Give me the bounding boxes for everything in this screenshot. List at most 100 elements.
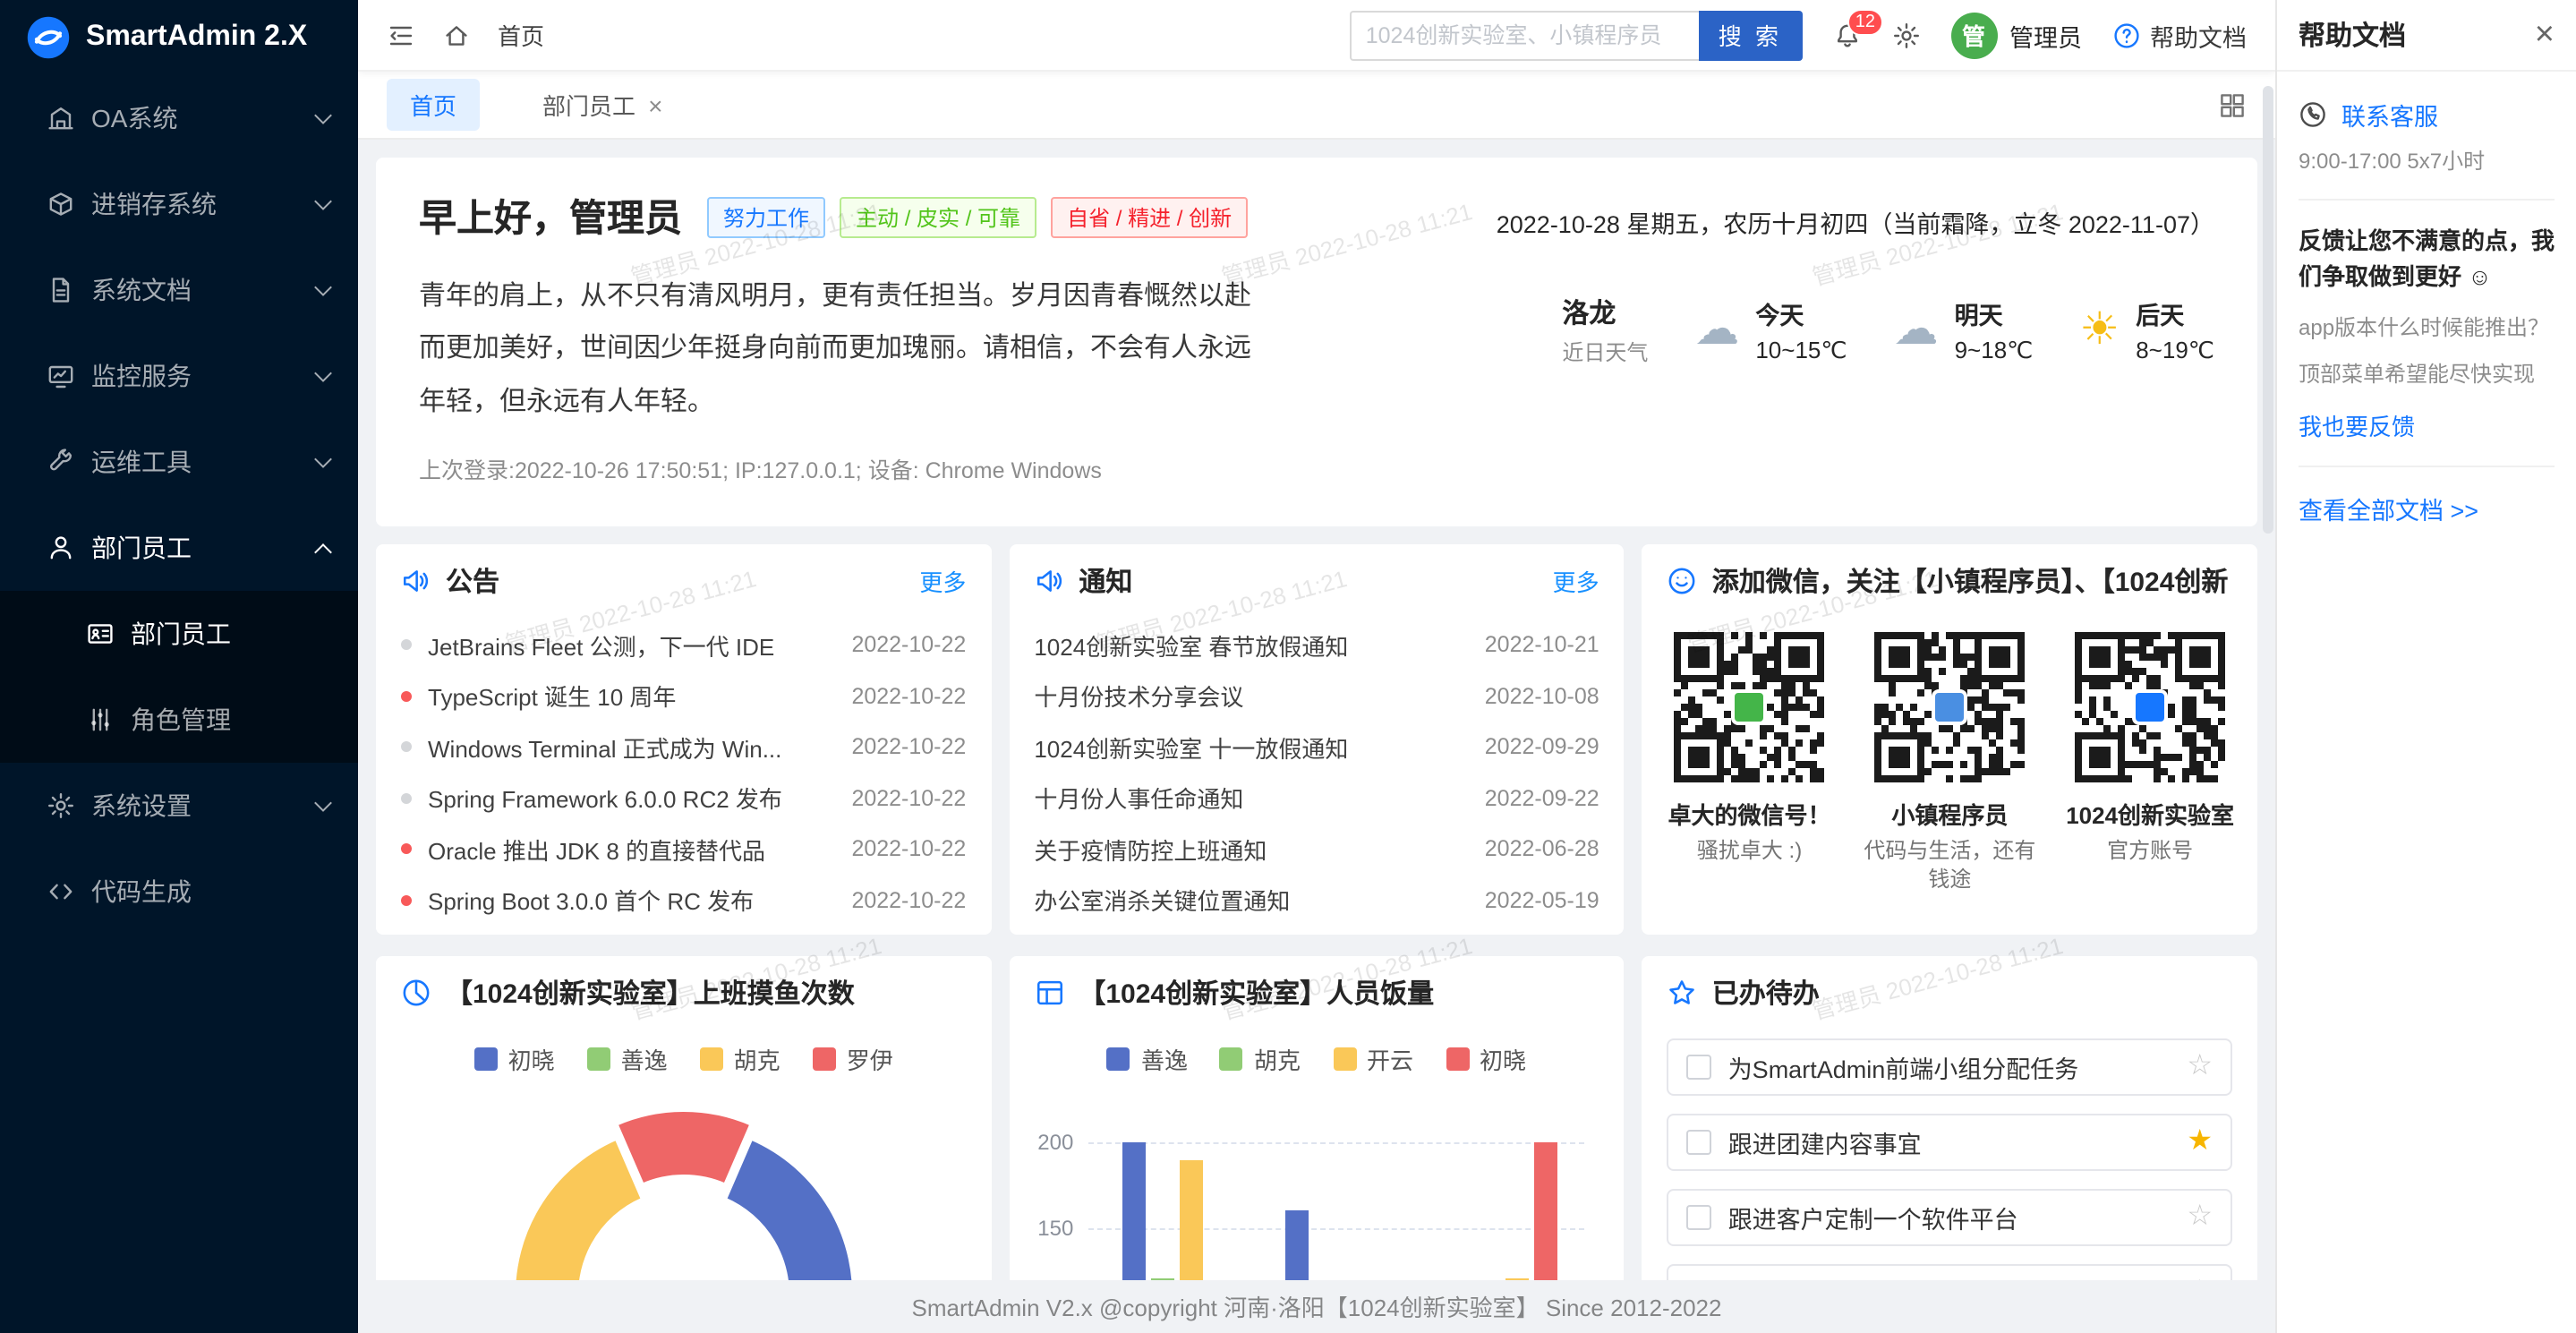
list-item[interactable]: 关于疫情防控上班通知2022-06-28 (1009, 824, 1624, 875)
announcement-more-link[interactable]: 更多 (919, 563, 966, 597)
close-icon[interactable]: × (2535, 18, 2555, 52)
bar-chart-card: 【1024创新实验室】人员饭量 善逸胡克开云初晓 200150 (1009, 956, 1624, 1279)
list-item-date: 2022-09-22 (1485, 786, 1599, 811)
feedback-link[interactable]: 我也要反馈 (2299, 409, 2555, 443)
smile-icon (1668, 565, 1698, 595)
bar-善逸-0 (1122, 1142, 1146, 1279)
list-item-text: Spring Boot 3.0.0 首个 RC 发布 (428, 884, 833, 918)
tab-home[interactable]: 首页 (387, 79, 480, 131)
chevron-up-icon (314, 543, 332, 560)
home-icon[interactable] (442, 21, 471, 49)
breadcrumb[interactable]: 首页 (498, 18, 544, 52)
todo-item-3[interactable]: ☆ (1668, 1264, 2232, 1279)
last-login-info: 上次登录:2022-10-26 17:50:51; IP:127.0.0.1; … (419, 451, 1239, 485)
contact-support-link[interactable]: 联系客服 (2341, 97, 2438, 132)
app-logo[interactable]: SmartAdmin 2.X (0, 0, 358, 75)
list-item[interactable]: Oracle 推出 JDK 8 的直接替代品2022-10-22 (376, 824, 991, 875)
qr-card-title: 添加微信，关注【小镇程序员】、【1024创新 (1712, 561, 2232, 599)
list-item-date: 2022-10-08 (1485, 684, 1599, 709)
list-item[interactable]: 1024创新实验室 十一放假通知2022-09-29 (1009, 722, 1624, 773)
content: 早上好，管理员 努力工作主动 / 皮实 / 可靠自省 / 精进 / 创新 青年的… (358, 140, 2275, 1279)
donut-slice-罗伊 (616, 1110, 751, 1185)
legend-item-开云[interactable]: 开云 (1333, 1042, 1413, 1076)
todo-item-1[interactable]: 跟进团建内容事宜★ (1668, 1114, 2232, 1171)
search-button[interactable]: 搜 索 (1699, 10, 1802, 60)
help-docs-button[interactable]: 帮助文档 (2112, 17, 2247, 53)
sidebar-item-role-management[interactable]: 角色管理 (0, 677, 358, 763)
sidebar-item-label: 部门员工 (131, 616, 329, 652)
legend-item-胡克[interactable]: 胡克 (1220, 1042, 1301, 1076)
legend-label: 善逸 (621, 1042, 668, 1076)
sidebar-item-ops-tools[interactable]: 运维工具 (0, 419, 358, 505)
settings-gear-icon[interactable] (1891, 21, 1920, 49)
weather-day: ☁明天9~18℃ (1894, 295, 2034, 365)
qr-code-image (1673, 630, 1827, 784)
user-menu[interactable]: 管 管理员 (1950, 12, 2082, 58)
star-outline-icon[interactable]: ☆ (2187, 1053, 2213, 1081)
greeting-card: 早上好，管理员 努力工作主动 / 皮实 / 可靠自省 / 精进 / 创新 青年的… (376, 158, 2257, 526)
todo-checkbox[interactable] (1687, 1055, 1712, 1080)
list-item[interactable]: 十月份技术分享会议2022-10-08 (1009, 671, 1624, 722)
sidebar-item-code-generator[interactable]: 代码生成 (0, 849, 358, 935)
tab-department-staff[interactable]: 部门员工× (519, 79, 686, 131)
todo-checkbox[interactable] (1687, 1130, 1712, 1155)
star-filled-icon[interactable]: ★ (2187, 1128, 2213, 1157)
list-item[interactable]: 办公室消杀关键位置通知2022-05-19 (1009, 875, 1624, 926)
chevron-down-icon (314, 363, 332, 381)
view-all-docs-link[interactable]: 查看全部文档 >> (2299, 491, 2555, 527)
username: 管理员 (2009, 17, 2082, 53)
notice-more-link[interactable]: 更多 (1553, 563, 1599, 597)
sidebar-item-system-settings[interactable]: 系统设置 (0, 763, 358, 849)
feedback-item[interactable]: app版本什么时候能推出？ (2299, 312, 2555, 343)
feedback-item[interactable]: 顶部菜单希望能尽快实现 (2299, 359, 2555, 389)
legend-label: 胡克 (1254, 1042, 1301, 1076)
list-item[interactable]: 十月份人事任命通知2022-09-22 (1009, 773, 1624, 824)
todo-text: 为SmartAdmin前端小组分配任务 (1728, 1049, 2079, 1085)
todo-item-2[interactable]: 跟进客户定制一个软件平台☆ (1668, 1189, 2232, 1246)
list-item-text: JetBrains Fleet 公测，下一代 IDE (428, 628, 833, 662)
bar-group-0 (1122, 1142, 1232, 1279)
qr-item: 小镇程序员代码与生活，还有钱途 (1856, 630, 2043, 894)
list-item[interactable]: TypeScript 诞生 10 周年2022-10-22 (376, 671, 991, 722)
list-item[interactable]: Spring Framework 6.0.0 RC2 发布2022-10-22 (376, 773, 991, 824)
tool-icon (47, 448, 75, 476)
chevron-down-icon (314, 449, 332, 467)
legend-item-初晓[interactable]: 初晓 (474, 1042, 555, 1076)
list-item[interactable]: Windows Terminal 正式成为 Win...2022-10-22 (376, 722, 991, 773)
bar-chart-title: 【1024创新实验室】人员饭量 (1079, 973, 1599, 1011)
legend-item-善逸[interactable]: 善逸 (1107, 1042, 1188, 1076)
weather-day-label: 后天 (2136, 295, 2214, 331)
tab-label: 首页 (410, 88, 456, 122)
notifications-bell[interactable]: 12 (1832, 21, 1861, 49)
legend-item-善逸[interactable]: 善逸 (587, 1042, 668, 1076)
notice-list: 1024创新实验室 春节放假通知2022-10-21十月份技术分享会议2022-… (1009, 616, 1624, 926)
contact-support[interactable]: 联系客服 (2299, 97, 2555, 132)
menu-fold-icon[interactable] (387, 21, 415, 49)
layout-grid-icon[interactable] (2218, 90, 2247, 119)
sidebar-item-inventory-system[interactable]: 进销存系统 (0, 161, 358, 247)
todo-checkbox[interactable] (1687, 1205, 1712, 1230)
scrollbar-thumb[interactable] (2263, 86, 2273, 534)
search-input[interactable] (1350, 10, 1699, 60)
user-icon (47, 534, 75, 562)
list-item[interactable]: Spring Boot 3.0.0 首个 RC 发布2022-10-22 (376, 875, 991, 926)
star-outline-icon[interactable]: ☆ (2187, 1278, 2213, 1279)
legend-item-胡克[interactable]: 胡克 (700, 1042, 780, 1076)
topbar-right: 搜 索 12 管 管理员 帮助文档 (1350, 10, 2247, 60)
sidebar-item-oa-system[interactable]: OA系统 (0, 75, 358, 161)
tab-close-icon[interactable]: × (648, 92, 662, 117)
list-item[interactable]: 1024创新实验室 春节放假通知2022-10-21 (1009, 620, 1624, 671)
todo-item-0[interactable]: 为SmartAdmin前端小组分配任务 ☆ (1668, 1038, 2232, 1096)
legend-item-初晓[interactable]: 初晓 (1446, 1042, 1526, 1076)
y-tick-label: 200 (1023, 1130, 1073, 1155)
sidebar-item-department-staff-page[interactable]: 部门员工 (0, 591, 358, 677)
weather-city: 洛龙 近日天气 (1562, 294, 1648, 367)
list-item[interactable]: JetBrains Fleet 公测，下一代 IDE2022-10-22 (376, 620, 991, 671)
legend-item-罗伊[interactable]: 罗伊 (813, 1042, 893, 1076)
star-outline-icon[interactable]: ☆ (2187, 1203, 2213, 1232)
sidebar-item-system-docs[interactable]: 系统文档 (0, 247, 358, 333)
sidebar-item-department-staff[interactable]: 部门员工 (0, 505, 358, 591)
chevron-down-icon (314, 793, 332, 811)
sidebar-item-label: 代码生成 (91, 874, 329, 910)
sidebar-item-monitor-service[interactable]: 监控服务 (0, 333, 358, 419)
